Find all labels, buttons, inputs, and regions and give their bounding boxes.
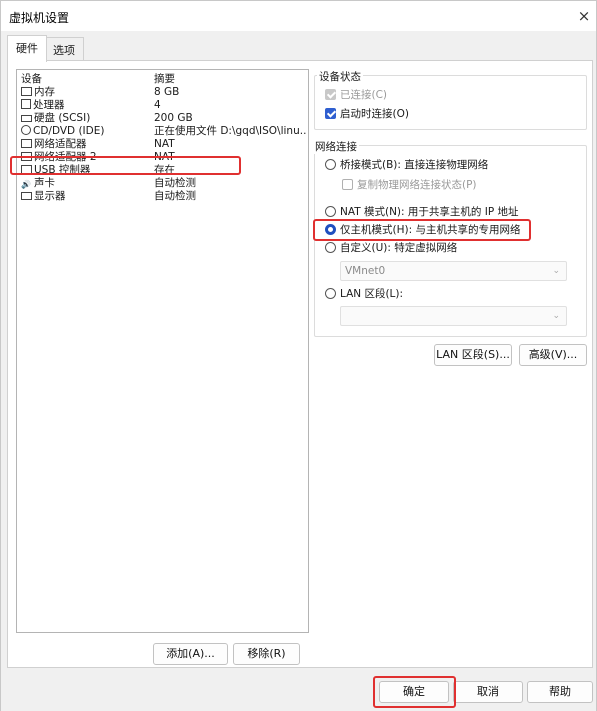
device-summary: 自动检测	[154, 177, 196, 189]
close-icon[interactable]: ×	[574, 7, 594, 27]
add-device-button[interactable]: 添加(A)...	[153, 643, 228, 665]
device-summary: 自动检测	[154, 190, 196, 202]
hardware-panel: 设备 摘要 内存 8 GB 处理器 4 硬盘 (SCSI) 200 GB CD/…	[7, 60, 593, 668]
device-status-title: 设备状态	[317, 69, 363, 84]
dialog-footer: 确定 取消 帮助	[1, 673, 596, 711]
custom-network-value: VMnet0	[345, 265, 386, 277]
device-name: CD/DVD (IDE)	[33, 125, 105, 137]
device-column-header: 设备	[21, 73, 42, 85]
device-name: 硬盘 (SCSI)	[34, 112, 91, 124]
device-row-hard-disk[interactable]: 硬盘 (SCSI) 200 GB	[17, 112, 308, 125]
device-list-header: 设备 摘要	[17, 73, 308, 86]
lan-segment-radio[interactable]: LAN 区段(L):	[325, 288, 403, 301]
device-summary: 200 GB	[154, 112, 193, 124]
network-adapter-icon	[21, 152, 32, 161]
advanced-button[interactable]: 高级(V)...	[519, 344, 587, 366]
custom-radio[interactable]: 自定义(U): 特定虚拟网络	[325, 242, 457, 255]
cd-dvd-icon	[21, 125, 31, 135]
connected-label: 已连接(C)	[340, 89, 388, 101]
connected-check-icon	[325, 89, 336, 100]
device-name: 网络适配器	[34, 138, 87, 150]
nat-radio[interactable]: NAT 模式(N): 用于共享主机的 IP 地址	[325, 206, 519, 219]
custom-radio-icon	[325, 242, 336, 253]
custom-network-select[interactable]: VMnet0 ⌄	[340, 261, 567, 281]
connected-checkbox[interactable]: 已连接(C)	[325, 89, 387, 102]
device-summary: 8 GB	[154, 86, 180, 98]
custom-label: 自定义(U): 特定虚拟网络	[340, 242, 458, 254]
summary-column-header: 摘要	[154, 73, 175, 85]
sound-card-icon	[21, 180, 32, 189]
vm-settings-window: 虚拟机设置 × 硬件 选项 设备 摘要 内存 8 GB 处理器 4 硬盘 (SC…	[0, 0, 597, 711]
device-row-cd-dvd[interactable]: CD/DVD (IDE) 正在使用文件 D:\gqd\ISO\linu...	[17, 125, 308, 138]
display-icon	[21, 192, 32, 200]
tab-options[interactable]: 选项	[44, 37, 84, 61]
host-only-radio-icon	[325, 224, 336, 235]
device-name: 处理器	[33, 99, 65, 111]
lan-segment-select[interactable]: ⌄	[340, 306, 567, 326]
bridged-radio[interactable]: 桥接模式(B): 直接连接物理网络	[325, 159, 488, 172]
device-name: 显示器	[34, 190, 66, 202]
tab-hardware[interactable]: 硬件	[7, 35, 47, 62]
nat-radio-icon	[325, 206, 336, 217]
cancel-button[interactable]: 取消	[453, 681, 523, 703]
connect-on-power-check-icon	[325, 108, 336, 119]
tab-options-label: 选项	[53, 44, 75, 57]
tab-hardware-label: 硬件	[16, 42, 38, 55]
usb-icon	[21, 165, 32, 174]
device-summary: 正在使用文件 D:\gqd\ISO\linu...	[154, 125, 306, 137]
nat-label: NAT 模式(N): 用于共享主机的 IP 地址	[340, 206, 519, 218]
connect-on-power-label: 启动时连接(O)	[340, 108, 409, 120]
network-connection-group: 网络连接 桥接模式(B): 直接连接物理网络 复制物理网络连接状态(P) NAT…	[313, 139, 587, 337]
tab-bar: 硬件 选项	[1, 31, 596, 62]
device-name: 网络适配器 2	[34, 151, 97, 163]
bridged-radio-icon	[325, 159, 336, 170]
device-summary: 4	[154, 99, 161, 111]
device-row-network-adapter-2[interactable]: 网络适配器 2 NAT	[17, 151, 308, 164]
remove-device-button[interactable]: 移除(R)	[233, 643, 300, 665]
connect-on-power-checkbox[interactable]: 启动时连接(O)	[325, 108, 409, 121]
device-name: 内存	[34, 86, 55, 98]
device-name: 声卡	[34, 177, 55, 189]
network-connection-title: 网络连接	[313, 139, 359, 154]
ok-button[interactable]: 确定	[379, 681, 449, 703]
replicate-check-icon	[342, 179, 353, 190]
host-only-radio[interactable]: 仅主机模式(H): 与主机共享的专用网络	[325, 224, 520, 237]
device-name: USB 控制器	[34, 164, 91, 176]
processor-icon	[21, 99, 31, 109]
device-row-processor[interactable]: 处理器 4	[17, 99, 308, 112]
help-button[interactable]: 帮助	[527, 681, 593, 703]
device-summary: NAT	[154, 138, 175, 150]
device-row-sound-card[interactable]: 声卡 自动检测	[17, 177, 308, 190]
device-status-group: 设备状态 已连接(C) 启动时连接(O)	[314, 69, 587, 130]
replicate-label: 复制物理网络连接状态(P)	[357, 179, 477, 191]
device-summary: NAT	[154, 151, 175, 163]
lan-segment-label: LAN 区段(L):	[340, 288, 404, 300]
device-summary: 存在	[154, 164, 175, 176]
replicate-state-checkbox[interactable]: 复制物理网络连接状态(P)	[342, 179, 477, 192]
window-title: 虚拟机设置	[9, 11, 70, 25]
bridged-label: 桥接模式(B): 直接连接物理网络	[340, 159, 489, 171]
device-row-display[interactable]: 显示器 自动检测	[17, 190, 308, 203]
device-row-memory[interactable]: 内存 8 GB	[17, 86, 308, 99]
lan-segment-radio-icon	[325, 288, 336, 299]
lan-segments-button[interactable]: LAN 区段(S)...	[434, 344, 512, 366]
host-only-label: 仅主机模式(H): 与主机共享的专用网络	[340, 224, 521, 236]
memory-icon	[21, 87, 32, 96]
device-list: 设备 摘要 内存 8 GB 处理器 4 硬盘 (SCSI) 200 GB CD/…	[16, 69, 309, 633]
hard-disk-icon	[21, 115, 32, 122]
device-row-usb[interactable]: USB 控制器 存在	[17, 164, 308, 177]
device-row-network-adapter[interactable]: 网络适配器 NAT	[17, 138, 308, 151]
chevron-down-icon: ⌄	[552, 311, 560, 321]
network-adapter-icon	[21, 139, 32, 148]
title-bar[interactable]: 虚拟机设置 ×	[1, 1, 596, 31]
chevron-down-icon: ⌄	[552, 266, 560, 276]
